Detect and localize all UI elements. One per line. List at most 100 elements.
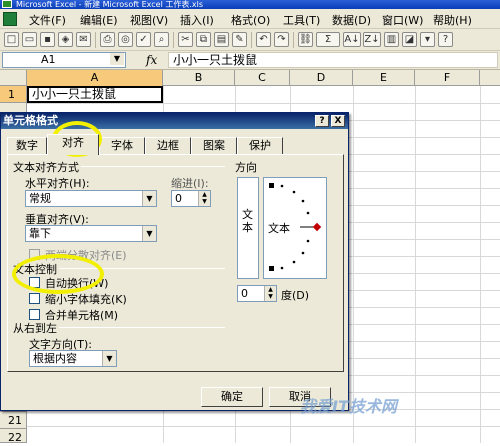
text-direction-value: 根据内容: [33, 352, 77, 365]
menu-view[interactable]: 视图(V): [130, 12, 168, 28]
paste-icon[interactable]: ▤: [214, 32, 229, 47]
window-title-bar: Microsoft Excel - 新建 Microsoft Excel 工作表…: [0, 0, 500, 9]
dialog-title-bar: 单元格格式: [1, 113, 348, 129]
spin-arrows-icon[interactable]: ▲ ▼: [264, 286, 276, 301]
toolbar-separator: [251, 32, 252, 48]
tab-border[interactable]: 边框: [145, 137, 191, 154]
spelling-icon[interactable]: ✓: [136, 32, 151, 47]
menu-tools[interactable]: 工具(T): [283, 12, 320, 28]
orientation-group-label: 方向: [235, 159, 259, 175]
menu-window[interactable]: 窗口(W): [382, 12, 423, 28]
vertical-text-option[interactable]: 文本: [237, 177, 259, 279]
redo-icon[interactable]: ↷: [274, 32, 289, 47]
cut-icon[interactable]: ✂: [178, 32, 193, 47]
toolbar-separator: [293, 32, 294, 48]
select-all-corner[interactable]: [0, 70, 27, 86]
menu-bar: 文件(F) 编辑(E) 视图(V) 插入(I) 格式(O) 工具(T) 数据(D…: [0, 9, 500, 29]
column-header-a[interactable]: A: [27, 70, 163, 86]
column-header-e[interactable]: E: [353, 70, 415, 86]
excel-doc-icon[interactable]: [3, 12, 17, 26]
text-direction-select[interactable]: 根据内容 ▼: [29, 350, 117, 367]
help-icon[interactable]: ?: [438, 32, 453, 47]
menu-help[interactable]: 帮助(H): [433, 12, 472, 28]
vertical-alignment-value: 靠下: [29, 227, 51, 240]
indent-value: 0: [175, 192, 182, 205]
new-icon[interactable]: □: [4, 32, 19, 47]
name-box[interactable]: A1: [2, 52, 126, 68]
tab-patterns[interactable]: 图案: [191, 137, 237, 154]
watermark-text: 我爱IT技术网: [300, 397, 397, 416]
toolbar-separator: [173, 32, 174, 48]
formula-input[interactable]: 小小一只土拨鼠: [168, 52, 498, 68]
open-icon[interactable]: ▭: [22, 32, 37, 47]
chevron-down-icon[interactable]: ▼: [142, 226, 156, 241]
dial-dot: [306, 211, 310, 215]
dial-handle[interactable]: [312, 222, 322, 232]
grid-line: [353, 86, 354, 443]
print-preview-icon[interactable]: ◎: [118, 32, 133, 47]
menu-insert[interactable]: 插入(I): [180, 12, 214, 28]
zoom-icon[interactable]: ▾: [420, 32, 435, 47]
vertical-alignment-select[interactable]: 靠下 ▼: [25, 225, 157, 242]
sort-descending-icon[interactable]: Z↓: [363, 32, 381, 47]
menu-format[interactable]: 格式(O): [231, 12, 270, 28]
save-icon[interactable]: ▪: [40, 32, 55, 47]
degrees-value: 0: [241, 287, 248, 300]
tab-number[interactable]: 数字: [7, 137, 47, 154]
chart-wizard-icon[interactable]: ▥: [384, 32, 399, 47]
dial-dot: [301, 199, 305, 203]
shrink-to-fit-checkbox[interactable]: [29, 293, 40, 304]
indent-stepper[interactable]: 0 ▲ ▼: [171, 190, 211, 207]
dial-dot: [280, 266, 284, 270]
tab-alignment[interactable]: 对齐: [47, 134, 99, 155]
degrees-stepper[interactable]: 0 ▲ ▼: [237, 285, 277, 302]
spin-arrows-icon[interactable]: ▲ ▼: [198, 191, 210, 206]
dial-dot: [306, 239, 310, 243]
print-icon[interactable]: ⎙: [100, 32, 115, 47]
dial-dot: [292, 190, 296, 194]
formula-bar: A1 ▼ fx 小小一只土拨鼠: [0, 51, 500, 70]
chevron-down-icon[interactable]: ▼: [142, 191, 156, 206]
drawing-icon[interactable]: ◪: [402, 32, 417, 47]
orientation-dial[interactable]: 文本: [263, 177, 327, 279]
undo-icon[interactable]: ↶: [256, 32, 271, 47]
column-header-d[interactable]: D: [290, 70, 353, 86]
hyperlink-icon[interactable]: ⛓: [298, 32, 313, 47]
horizontal-alignment-select[interactable]: 常规 ▼: [25, 190, 157, 207]
chevron-down-icon[interactable]: ▼: [102, 351, 116, 366]
tab-font[interactable]: 字体: [99, 137, 145, 154]
row-header-1[interactable]: 1: [0, 86, 27, 103]
menu-edit[interactable]: 编辑(E): [80, 12, 118, 28]
column-header-f[interactable]: F: [415, 70, 480, 86]
column-header-c[interactable]: C: [235, 70, 290, 86]
close-button[interactable]: X: [331, 115, 345, 127]
sort-ascending-icon[interactable]: A↓: [343, 32, 361, 47]
research-icon[interactable]: ⌕: [154, 32, 169, 47]
email-icon[interactable]: ✉: [76, 32, 91, 47]
format-painter-icon[interactable]: ✎: [232, 32, 247, 47]
copy-icon[interactable]: ⧉: [196, 32, 211, 47]
cell-a1[interactable]: 小小一只土拨鼠: [27, 86, 163, 103]
insert-function-icon[interactable]: fx: [146, 53, 157, 67]
ok-button[interactable]: 确定: [201, 387, 263, 407]
tab-protection[interactable]: 保护: [237, 137, 283, 154]
dial-dot: [301, 251, 305, 255]
autosum-icon[interactable]: Σ: [316, 32, 340, 47]
help-button[interactable]: ?: [315, 115, 329, 127]
row-header-21[interactable]: 21: [0, 412, 27, 429]
dial-dot: [280, 184, 284, 188]
degrees-label: 度(D): [281, 289, 310, 302]
menu-file[interactable]: 文件(F): [29, 12, 66, 28]
dialog-title: 单元格格式: [3, 114, 58, 127]
permission-icon[interactable]: ◈: [58, 32, 73, 47]
menu-data[interactable]: 数据(D): [332, 12, 371, 28]
column-header-b[interactable]: B: [163, 70, 235, 86]
vertical-text-label: 文本: [242, 208, 253, 234]
dial-dot: [292, 260, 296, 264]
dial-corner-mark: [269, 266, 274, 271]
row-header-22[interactable]: 22: [0, 429, 27, 444]
dial-text-label: 文本: [268, 222, 290, 235]
chevron-down-icon[interactable]: ▼: [110, 53, 124, 65]
column-headers: A B C D E F: [0, 70, 500, 86]
merge-cells-checkbox[interactable]: [29, 309, 40, 320]
